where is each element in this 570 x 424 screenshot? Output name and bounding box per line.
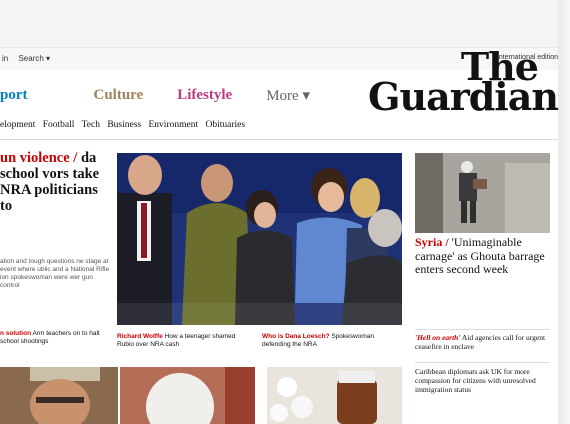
syria-headline[interactable]: Syria / 'Unimaginable carnage' as Ghouta… <box>415 235 550 277</box>
side-story-1[interactable]: 'Hell on earth' Aid agencies call for ur… <box>415 333 550 351</box>
pillar-more[interactable]: More ▾ <box>266 86 310 105</box>
pillar-nav: port Culture Lifestyle More ▾ <box>0 78 344 112</box>
lead-photo[interactable] <box>117 153 402 325</box>
side-story-2[interactable]: Caribbean diplomats ask UK for more comp… <box>415 367 550 394</box>
pillar-sport[interactable]: port <box>0 87 28 104</box>
subnav-item-business[interactable]: Business <box>107 120 141 130</box>
subnav-item-obituaries[interactable]: Obituaries <box>205 120 245 130</box>
caption-1-kicker: Richard Wolffe <box>117 333 163 340</box>
search-link[interactable]: Search ▾ <box>18 54 50 63</box>
lead-headline[interactable]: un violence / da school vors take NRA po… <box>0 150 112 214</box>
side-story-1-kicker: 'Hell on earth' <box>415 333 461 342</box>
bottom-photo-1-illustration <box>0 367 118 424</box>
bottom-photo-1[interactable] <box>0 367 118 424</box>
divider <box>415 329 550 330</box>
utility-links: in Search ▾ <box>2 54 58 63</box>
lead-sublink[interactable]: n solution Arm teachers on to halt schoo… <box>0 330 112 346</box>
lead-story[interactable]: un violence / da school vors take NRA po… <box>0 150 112 355</box>
utility-link-in[interactable]: in <box>2 54 8 63</box>
caption-2-kicker: Who is Dana Loesch? <box>262 333 330 340</box>
lead-photo-illustration <box>117 153 402 325</box>
divider <box>415 362 550 363</box>
logo-line-guardian: Guardian <box>368 74 559 119</box>
bottom-photo-3-illustration <box>267 367 402 424</box>
lead-sub-kicker: n solution <box>0 330 32 337</box>
subnav-item-environment[interactable]: Environment <box>149 120 199 130</box>
pillar-culture[interactable]: Culture <box>94 87 144 104</box>
caption-story-1[interactable]: Richard Wolffe How a teenager shamed Rub… <box>117 333 254 349</box>
subnav-item[interactable]: elopment <box>0 120 35 130</box>
syria-photo[interactable] <box>415 153 550 233</box>
syria-kicker: Syria / <box>415 235 449 249</box>
subnav-item-football[interactable]: Football <box>43 120 75 130</box>
sub-navigation: elopment Football Tech Business Environm… <box>0 120 558 140</box>
subnav-item-tech[interactable]: Tech <box>82 120 100 130</box>
monitor-edge <box>558 0 570 424</box>
bottom-photo-3[interactable] <box>267 367 402 424</box>
bottom-photo-2-illustration <box>120 367 255 424</box>
lead-standfirst: ation and tough questions ne stage at ev… <box>0 258 110 289</box>
lead-kicker: un violence / <box>0 150 78 166</box>
side-story-2-text: Caribbean diplomats ask UK for more comp… <box>415 367 536 394</box>
bottom-photo-2[interactable] <box>120 367 255 424</box>
syria-photo-illustration <box>415 153 550 233</box>
monitor-bezel <box>0 0 570 48</box>
guardian-logo[interactable]: The Guardian <box>368 48 559 119</box>
caption-story-2[interactable]: Who is Dana Loesch? Spokeswoman defendin… <box>262 333 402 349</box>
pillar-lifestyle[interactable]: Lifestyle <box>177 87 232 104</box>
